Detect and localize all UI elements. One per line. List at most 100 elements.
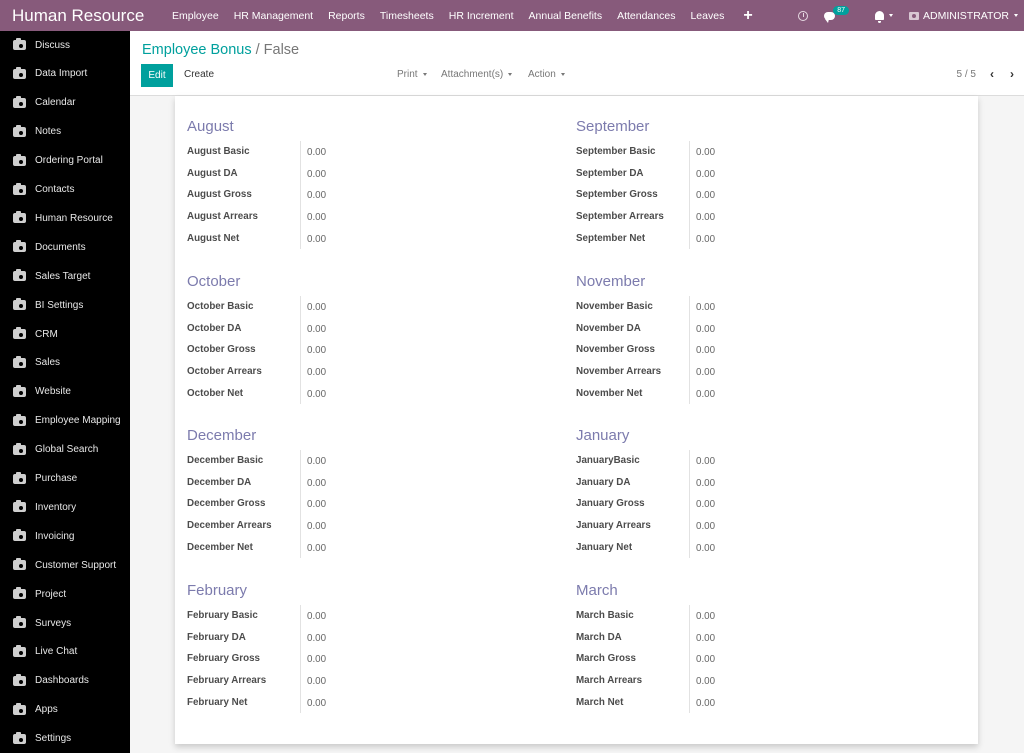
sidebar-item-crm[interactable]: CRM	[0, 324, 130, 344]
app-title[interactable]: Human Resource	[0, 6, 172, 26]
bell-icon	[875, 11, 885, 23]
sidebar-item-website[interactable]: Website	[0, 382, 130, 402]
group-title: October	[187, 273, 241, 290]
field-label: August Gross	[187, 189, 252, 201]
group-september: September September Basic 0.00 September DA…	[576, 118, 956, 249]
app-icon	[13, 298, 26, 311]
field-value: 0.00	[689, 626, 715, 649]
group-august: August August Basic 0.00 August DA 0.00 Augus…	[187, 118, 567, 249]
sidebar-item-settings[interactable]: Settings	[0, 729, 130, 749]
field-label: March Gross	[576, 653, 636, 665]
field-row: November Gross 0.00	[576, 339, 956, 361]
print-dropdown[interactable]: Print	[397, 69, 427, 80]
app-icon	[13, 38, 26, 50]
user-menu[interactable]: ADMINISTRATOR	[909, 10, 1018, 22]
edit-button[interactable]: Edit	[141, 64, 173, 87]
field-label: September Gross	[576, 189, 658, 201]
sidebar-item-sales-target[interactable]: Sales Target	[0, 266, 130, 286]
sidebar-item-customer-support[interactable]: Customer Support	[0, 555, 130, 575]
app-icon	[13, 442, 26, 455]
sidebar-item-global-search[interactable]: Global Search	[0, 440, 130, 460]
menu-hr-increment[interactable]: HR Increment	[449, 10, 514, 22]
sidebar-item-notes[interactable]: Notes	[0, 122, 130, 142]
field-row: December Gross 0.00	[187, 493, 567, 515]
menu-timesheets[interactable]: Timesheets	[380, 10, 434, 22]
field-row: October Gross 0.00	[187, 339, 567, 361]
sidebar-item-label: Live Chat	[35, 646, 78, 658]
sidebar-item-label: Purchase	[35, 473, 78, 484]
menu-annual-benefits[interactable]: Annual Benefits	[529, 10, 603, 22]
sidebar-item-project[interactable]: Project	[0, 584, 130, 604]
caret-down-icon	[560, 72, 565, 76]
sidebar-item-documents[interactable]: Documents	[0, 237, 130, 257]
field-value: 0.00	[300, 626, 326, 649]
menu-reports[interactable]: Reports	[328, 10, 365, 22]
clock-icon[interactable]	[798, 10, 809, 21]
field-row: September Gross 0.00	[576, 184, 956, 206]
field-label: October Gross	[187, 344, 256, 356]
sidebar-item-label: Contacts	[35, 184, 75, 195]
sidebar-item-label: Settings	[35, 733, 72, 745]
menu-employee[interactable]: Employee	[172, 10, 219, 22]
group-december: December December Basic 0.00 December DA 0.0…	[187, 427, 567, 558]
sidebar-item-bi-settings[interactable]: BI Settings	[0, 295, 130, 315]
app-icon	[13, 500, 26, 513]
field-value: 0.00	[689, 382, 715, 404]
caret-down-icon	[889, 14, 894, 17]
sidebar-item-ordering-portal[interactable]: Ordering Portal	[0, 151, 130, 171]
field-label: October DA	[187, 322, 242, 334]
field-value: 0.00	[689, 227, 715, 249]
action-dropdown[interactable]: Action	[528, 69, 565, 80]
sidebar-item-calendar[interactable]: Calendar	[0, 93, 130, 113]
sidebar-item-surveys[interactable]: Surveys	[0, 613, 130, 633]
sidebar-item-dashboards[interactable]: Dashboards	[0, 671, 130, 691]
menu-leaves[interactable]: Leaves	[690, 10, 724, 22]
notification-menu[interactable]	[875, 11, 894, 23]
field-row: August Net 0.00	[187, 227, 567, 249]
field-row: March Basic 0.00	[576, 605, 956, 627]
field-label: March DA	[576, 631, 622, 643]
app-icon	[13, 95, 26, 108]
sidebar-item-inventory[interactable]: Inventory	[0, 497, 130, 517]
create-button[interactable]: Create	[184, 69, 214, 80]
sidebar-item-contacts[interactable]: Contacts	[0, 180, 130, 200]
field-value: 0.00	[300, 360, 326, 383]
pager-value[interactable]: 5 / 5	[957, 69, 976, 80]
sidebar-item-human-resource[interactable]: Human Resource	[0, 208, 130, 228]
menu-hr-management[interactable]: HR Management	[234, 10, 313, 22]
field-row: February Net 0.00	[187, 691, 567, 713]
field-value: 0.00	[300, 162, 326, 185]
sidebar-item-discuss[interactable]: Discuss	[0, 35, 130, 55]
field-row: August Arrears 0.00	[187, 205, 567, 228]
group-title: March	[576, 582, 618, 599]
messaging-menu[interactable]: 87	[824, 6, 851, 23]
sidebar-item-data-import[interactable]: Data Import	[0, 64, 130, 84]
app-icon	[13, 529, 26, 542]
sidebar-item-live-chat[interactable]: Live Chat	[0, 642, 130, 662]
field-label: January DA	[576, 476, 631, 488]
sidebar-item-sales[interactable]: Sales	[0, 353, 130, 373]
sidebar-item-employee-mapping[interactable]: Employee Mapping	[0, 411, 130, 431]
app-icon	[13, 269, 26, 282]
sidebar-item-invoicing[interactable]: Invoicing	[0, 526, 130, 546]
field-value: 0.00	[300, 471, 326, 494]
sidebar-item-label: Notes	[35, 126, 62, 138]
form-view: August August Basic 0.00 August DA 0.00 Augus…	[130, 96, 1024, 753]
sidebar-item-apps[interactable]: Apps	[0, 700, 130, 720]
sidebar-item-purchase[interactable]: Purchase	[0, 469, 130, 489]
field-row: February Arrears 0.00	[187, 669, 567, 692]
app-icon	[13, 66, 26, 79]
field-label: December Net	[187, 541, 253, 553]
breadcrumb-parent-link[interactable]: Employee Bonus	[142, 42, 252, 58]
plus-icon[interactable]: +	[743, 7, 752, 25]
app-icon	[13, 413, 26, 426]
field-value: 0.00	[689, 296, 715, 318]
pager-previous-icon[interactable]: ‹	[990, 67, 994, 81]
pager-next-icon[interactable]: ›	[1010, 67, 1014, 81]
menu-attendances[interactable]: Attendances	[617, 10, 675, 22]
sidebar-item-label: Project	[35, 588, 67, 600]
field-row: October Arrears 0.00	[187, 360, 567, 383]
field-row: November DA 0.00	[576, 317, 956, 340]
app-icon	[13, 153, 26, 166]
attachments-dropdown[interactable]: Attachment(s)	[441, 69, 513, 80]
